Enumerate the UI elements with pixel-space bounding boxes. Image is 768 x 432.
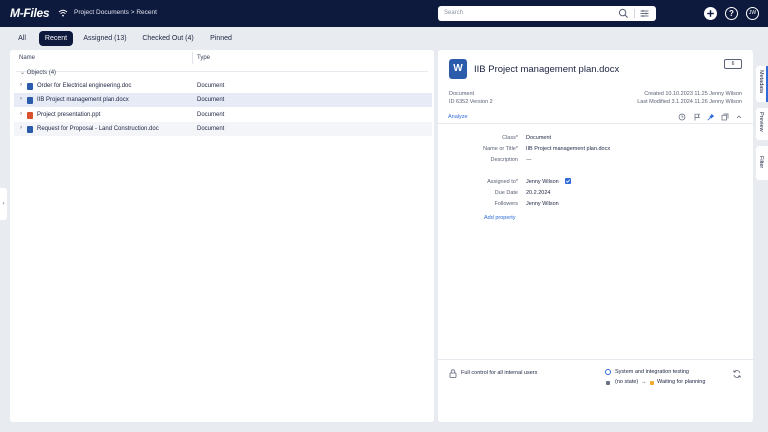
property-value-assigned[interactable]: Jenny Wilson [526,179,559,185]
row-name: IIB Project management plan.docx [37,96,129,103]
tab-recent[interactable]: Recent [39,31,73,46]
word-file-icon [27,125,33,133]
workflow-name[interactable]: System and integration testing [615,369,689,375]
chevron-down-icon: ⌄ [20,70,27,76]
flag-icon[interactable] [693,113,701,121]
help-button[interactable]: ? [725,7,738,20]
analyze-link[interactable]: Analyze [448,114,468,120]
column-header-name[interactable]: Name [19,55,35,61]
history-icon[interactable] [678,113,686,121]
metadata-panel: W IIB Project management plan.docx 6 Doc… [438,50,753,422]
plus-icon [707,10,714,17]
table-row[interactable]: › Project presentation.ppt Document [14,108,432,122]
side-tab-filter[interactable]: Filter [756,146,768,180]
search-box[interactable]: Search [438,6,656,21]
id-version: ID 6352 Version 2 [449,99,493,105]
chevron-right-icon[interactable]: › [20,96,22,102]
state-to-icon [650,381,654,385]
table-row[interactable]: › Request for Proposal - Land Constructi… [14,122,432,136]
word-document-icon: W [449,59,467,79]
group-header[interactable]: ⌄ Objects (4) [20,69,56,76]
check-icon [565,179,571,183]
user-avatar[interactable]: JW [746,7,759,20]
search-options-icon[interactable] [639,8,650,19]
side-tab-preview[interactable]: Preview [756,108,768,140]
toolbar-divider [438,123,753,124]
add-property-link[interactable]: Add property [484,215,516,221]
row-type: Document [197,96,225,103]
chevron-up-icon[interactable] [735,113,743,121]
refresh-icon[interactable] [732,369,742,379]
expand-sidebar-button[interactable]: › [0,188,7,220]
top-bar: M-Files Project Documents > Recent Searc… [0,0,768,27]
chevron-right-icon[interactable]: › [20,82,22,88]
property-label-assigned: Assigned to* [487,179,518,185]
side-tab-metadata[interactable]: Metadata [756,66,768,102]
property-value-followers[interactable]: Jenny Wilson [526,201,559,207]
state-arrow: → [641,379,647,385]
search-separator [634,9,635,18]
property-label-description: Description [490,157,518,163]
row-type: Document [197,111,225,118]
chevron-right-icon[interactable]: › [20,111,22,117]
row-type: Document [197,82,225,89]
modified-info: Last Modified 3.1.2024 11.26 Jenny Wilso… [637,99,742,105]
state-from: (no state) [615,379,639,385]
row-name: Order for Electrical engineering.doc [37,82,132,89]
column-header-type[interactable]: Type [197,55,210,61]
column-separator[interactable] [192,52,193,64]
table-row-selected[interactable]: › IIB Project management plan.docx Docum… [14,93,432,107]
property-value-name[interactable]: IIB Project management plan.docx [526,146,610,152]
footer-divider [438,359,753,360]
header-divider [16,71,428,72]
chevron-right-icon[interactable]: › [20,125,22,131]
tab-assigned[interactable]: Assigned (13) [80,31,130,46]
powerpoint-file-icon [27,111,33,119]
group-label: Objects (4) [26,70,57,76]
search-icon[interactable] [618,8,629,19]
pin-icon[interactable] [707,113,715,121]
table-row[interactable]: › Order for Electrical engineering.doc D… [14,79,432,93]
property-label-class: Class* [502,135,518,141]
app-logo[interactable]: M-Files [10,6,50,20]
comments-icon[interactable]: 6 [724,59,742,69]
property-label-due-date: Due Date [494,190,518,196]
chevron-right-icon: › [2,201,5,207]
word-file-icon [27,96,33,104]
state-from-icon [606,381,610,385]
row-name: Project presentation.ppt [37,111,101,118]
side-tab-label: Metadata [758,70,764,93]
connection-icon [58,9,68,17]
side-tab-label: Filter [758,156,764,169]
breadcrumb[interactable]: Project Documents > Recent [74,9,157,16]
document-title: IIB Project management plan.docx [474,64,620,75]
tab-all[interactable]: All [12,31,32,46]
permissions-text[interactable]: Full control for all internal users [461,370,537,376]
row-type: Document [197,125,225,132]
created-info: Created 10.10.2023 11.25 Jenny Wilson [644,91,742,97]
tab-pinned[interactable]: Pinned [204,31,238,46]
object-list: Name Type ⌄ Objects (4) › Order for Elec… [10,50,434,422]
state-to[interactable]: Waiting for planning [657,379,705,385]
assignment-complete-checkbox[interactable] [565,178,571,184]
lock-icon [449,369,457,378]
workflow-icon [605,369,611,375]
search-input[interactable]: Search [444,10,463,16]
tab-checked-out[interactable]: Checked Out (4) [138,31,198,46]
property-value-class[interactable]: Document [526,135,551,141]
copy-icon[interactable] [721,113,729,121]
create-new-button[interactable] [704,7,717,20]
property-label-followers: Followers [494,201,518,207]
side-tab-label: Preview [758,112,764,132]
property-value-description[interactable]: --- [526,157,532,163]
word-file-icon [27,82,33,90]
object-type: Document [449,91,475,97]
row-name: Request for Proposal - Land Construction… [37,125,159,132]
property-label-name: Name or Title* [483,146,518,152]
property-value-due-date[interactable]: 20.2.2024 [526,190,550,196]
